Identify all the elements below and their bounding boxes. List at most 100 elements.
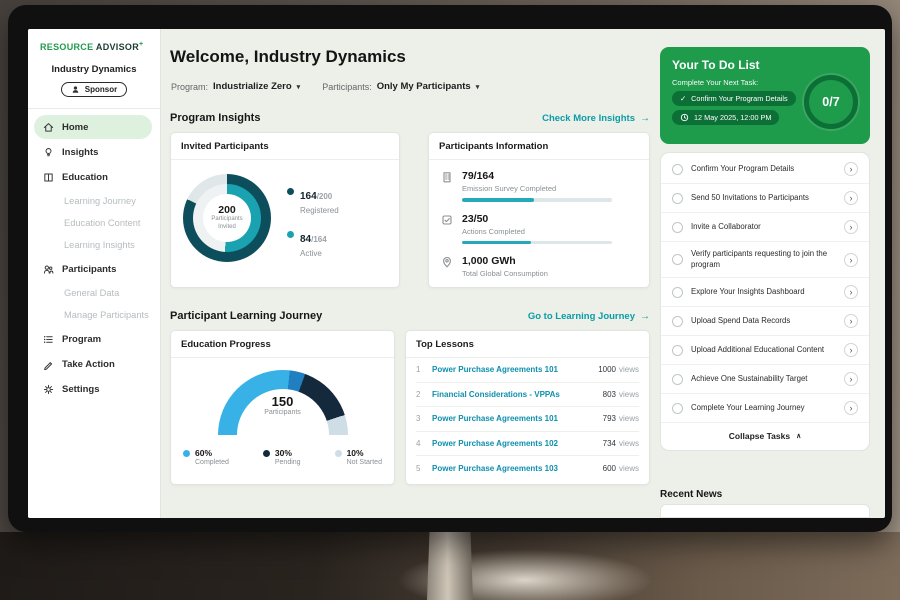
lesson-link[interactable]: Power Purchase Agreements 101 (432, 414, 603, 423)
lesson-row[interactable]: 4 Power Purchase Agreements 102 734views (416, 432, 639, 457)
todo-summary-card: Your To Do List Complete Your Next Task:… (660, 47, 870, 144)
lesson-row[interactable]: 5 Power Purchase Agreements 103 600views (416, 456, 639, 481)
task-chevron-button[interactable]: › (844, 314, 858, 328)
todo-progress-ring: 0/7 (804, 75, 858, 129)
lesson-row[interactable]: 3 Power Purchase Agreements 101 793views (416, 407, 639, 432)
person-icon (71, 85, 80, 94)
task-row-confirm-program[interactable]: Confirm Your Program Details › (661, 155, 869, 184)
program-insights-title: Program Insights (170, 112, 260, 124)
task-chevron-button[interactable]: › (844, 401, 858, 415)
lesson-link[interactable]: Financial Considerations - VPPAs (432, 390, 603, 399)
lesson-row[interactable]: 2 Financial Considerations - VPPAs 803vi… (416, 383, 639, 408)
task-checkbox[interactable] (672, 222, 683, 233)
chevron-down-icon: ▾ (476, 83, 480, 91)
sidebar-item-participants[interactable]: Participants (34, 257, 152, 281)
task-chevron-button[interactable]: › (844, 253, 858, 267)
sidebar-divider (28, 108, 160, 109)
lesson-link[interactable]: Power Purchase Agreements 103 (432, 464, 603, 473)
task-row-send-invitations[interactable]: Send 50 Invitations to Participants › (661, 184, 869, 213)
sidebar-item-take-action[interactable]: Take Action (34, 352, 152, 376)
legend-dot (183, 450, 190, 457)
gauge-legend: 60% Completed 30% Pending 10% Not Star (171, 436, 394, 466)
education-progress-gauge: 150 Participants (218, 370, 348, 436)
sidebar-item-label: Settings (62, 384, 99, 395)
participants-filter-label: Participants: (322, 82, 372, 92)
check-icon: ✓ (680, 94, 686, 103)
sidebar-item-learning-journey[interactable]: Learning Journey (28, 190, 160, 212)
task-chevron-button[interactable]: › (844, 372, 858, 386)
program-select[interactable]: Industrialize Zero ▾ (213, 81, 300, 92)
location-pin-icon (441, 255, 453, 278)
lesson-link[interactable]: Power Purchase Agreements 102 (432, 439, 603, 448)
sidebar-item-insights[interactable]: Insights (34, 140, 152, 164)
sidebar-item-label: Education (62, 172, 108, 183)
task-row-upload-spend-data[interactable]: Upload Spend Data Records › (661, 307, 869, 336)
task-chevron-button[interactable]: › (844, 285, 858, 299)
chevron-right-icon: › (850, 316, 853, 326)
task-row-upload-educational-content[interactable]: Upload Additional Educational Content › (661, 336, 869, 365)
task-row-verify-participants[interactable]: Verify participants requesting to join t… (661, 242, 869, 278)
task-chevron-button[interactable]: › (844, 220, 858, 234)
chevron-right-icon: › (850, 222, 853, 232)
legend-dot (287, 188, 294, 195)
arrow-right-icon: → (640, 113, 650, 124)
chevron-down-icon: ▾ (297, 83, 301, 91)
sidebar-item-home[interactable]: Home (34, 115, 152, 139)
go-to-learning-journey-link[interactable]: Go to Learning Journey → (528, 311, 650, 322)
task-chevron-button[interactable]: › (844, 191, 858, 205)
task-checkbox[interactable] (672, 345, 683, 356)
task-chevron-button[interactable]: › (844, 343, 858, 357)
sponsor-badge[interactable]: Sponsor (61, 82, 127, 97)
sidebar: RESOURCE ADVISOR+ Industry Dynamics Spon… (28, 29, 161, 518)
collapse-tasks-button[interactable]: Collapse Tasks ∧ (661, 423, 869, 448)
task-checkbox[interactable] (672, 316, 683, 327)
sidebar-item-label: Take Action (62, 359, 115, 370)
task-checkbox[interactable] (672, 374, 683, 385)
participants-select[interactable]: Only My Participants ▾ (377, 81, 480, 92)
sidebar-item-label: Insights (62, 147, 98, 158)
check-more-insights-link[interactable]: Check More Insights → (542, 113, 650, 124)
sidebar-item-settings[interactable]: Settings (34, 377, 152, 401)
task-row-explore-insights[interactable]: Explore Your Insights Dashboard › (661, 278, 869, 307)
chevron-right-icon: › (850, 374, 853, 384)
arrow-right-icon: → (640, 311, 650, 322)
donut-legend: 164/200 Registered 84/164 Active (287, 174, 339, 262)
task-row-complete-learning-journey[interactable]: Complete Your Learning Journey › (661, 394, 869, 423)
gauge-center-value: 150 (218, 394, 348, 409)
donut-center-value: 200 (218, 204, 236, 216)
donut-center-label: Participants Invited (205, 216, 249, 232)
lesson-row[interactable]: 1 Power Purchase Agreements 101 1000view… (416, 358, 639, 383)
sidebar-item-education-content[interactable]: Education Content (28, 212, 160, 234)
program-filter-label: Program: (171, 82, 208, 92)
lightbulb-icon (42, 146, 54, 158)
chevron-right-icon: › (850, 403, 853, 413)
sidebar-item-manage-participants[interactable]: Manage Participants (28, 304, 160, 326)
task-checkbox[interactable] (672, 193, 683, 204)
task-checkbox[interactable] (672, 287, 683, 298)
filter-bar: Program: Industrialize Zero ▾ Participan… (171, 81, 479, 92)
sidebar-item-learning-insights[interactable]: Learning Insights (28, 234, 160, 256)
task-chevron-button[interactable]: › (844, 162, 858, 176)
task-row-invite-collaborator[interactable]: Invite a Collaborator › (661, 213, 869, 242)
legend-item-registered: 164/200 Registered (287, 186, 339, 215)
sidebar-item-general-data[interactable]: General Data (28, 282, 160, 304)
chevron-right-icon: › (850, 345, 853, 355)
task-checkbox[interactable] (672, 164, 683, 175)
sponsor-badge-label: Sponsor (85, 85, 117, 94)
chevron-right-icon: › (850, 193, 853, 203)
sidebar-item-education[interactable]: Education (34, 165, 152, 189)
next-task-pill[interactable]: ✓ Confirm Your Program Details (672, 91, 796, 106)
chevron-right-icon: › (850, 255, 853, 265)
desk-light-reflection (380, 545, 670, 600)
task-checkbox[interactable] (672, 254, 683, 265)
task-row-achieve-target[interactable]: Achieve One Sustainability Target › (661, 365, 869, 394)
lesson-link[interactable]: Power Purchase Agreements 101 (432, 365, 598, 374)
task-checkbox[interactable] (672, 403, 683, 414)
list-icon (42, 333, 54, 345)
legend-dot (335, 450, 342, 457)
sidebar-item-program[interactable]: Program (34, 327, 152, 351)
participants-information-card: Participants Information 79/164 Emission… (428, 132, 650, 288)
people-icon (42, 263, 54, 275)
building-icon (441, 170, 453, 202)
sidebar-nav: Home Insights Education Learning Journey… (28, 115, 160, 401)
